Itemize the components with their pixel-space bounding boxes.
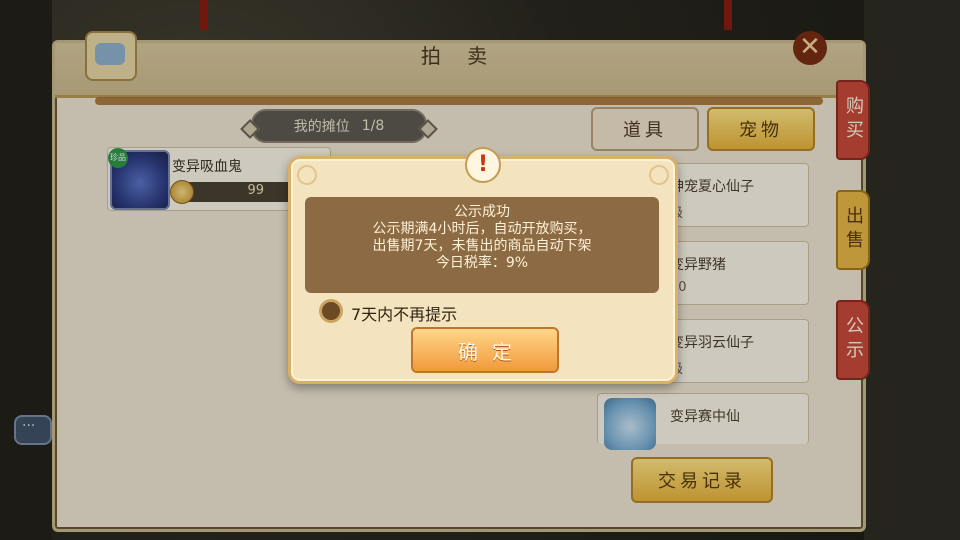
exclamation-icon: ! [465, 147, 501, 183]
dont-remind-label[interactable]: 7天内不再提示 [351, 301, 457, 325]
publicity-success-dialog: ! 公示成功 公示期满4小时后，自动开放购买， 出售期7天，未售出的商品自动下架… [288, 147, 678, 384]
corner-deco-icon [297, 165, 317, 185]
message-line: 公示期满4小时后，自动开放购买， [372, 221, 592, 237]
dont-remind-checkbox[interactable] [319, 299, 343, 323]
confirm-button[interactable]: 确定 [411, 327, 559, 373]
corner-deco-icon [649, 165, 669, 185]
message-line: 出售期7天，未售出的商品自动下架 [372, 238, 592, 254]
message-title: 公示成功 [454, 204, 510, 220]
message-tax-rate: 今日税率：9% [435, 255, 529, 271]
message-box: 公示成功 公示期满4小时后，自动开放购买， 出售期7天，未售出的商品自动下架 今… [305, 197, 659, 293]
